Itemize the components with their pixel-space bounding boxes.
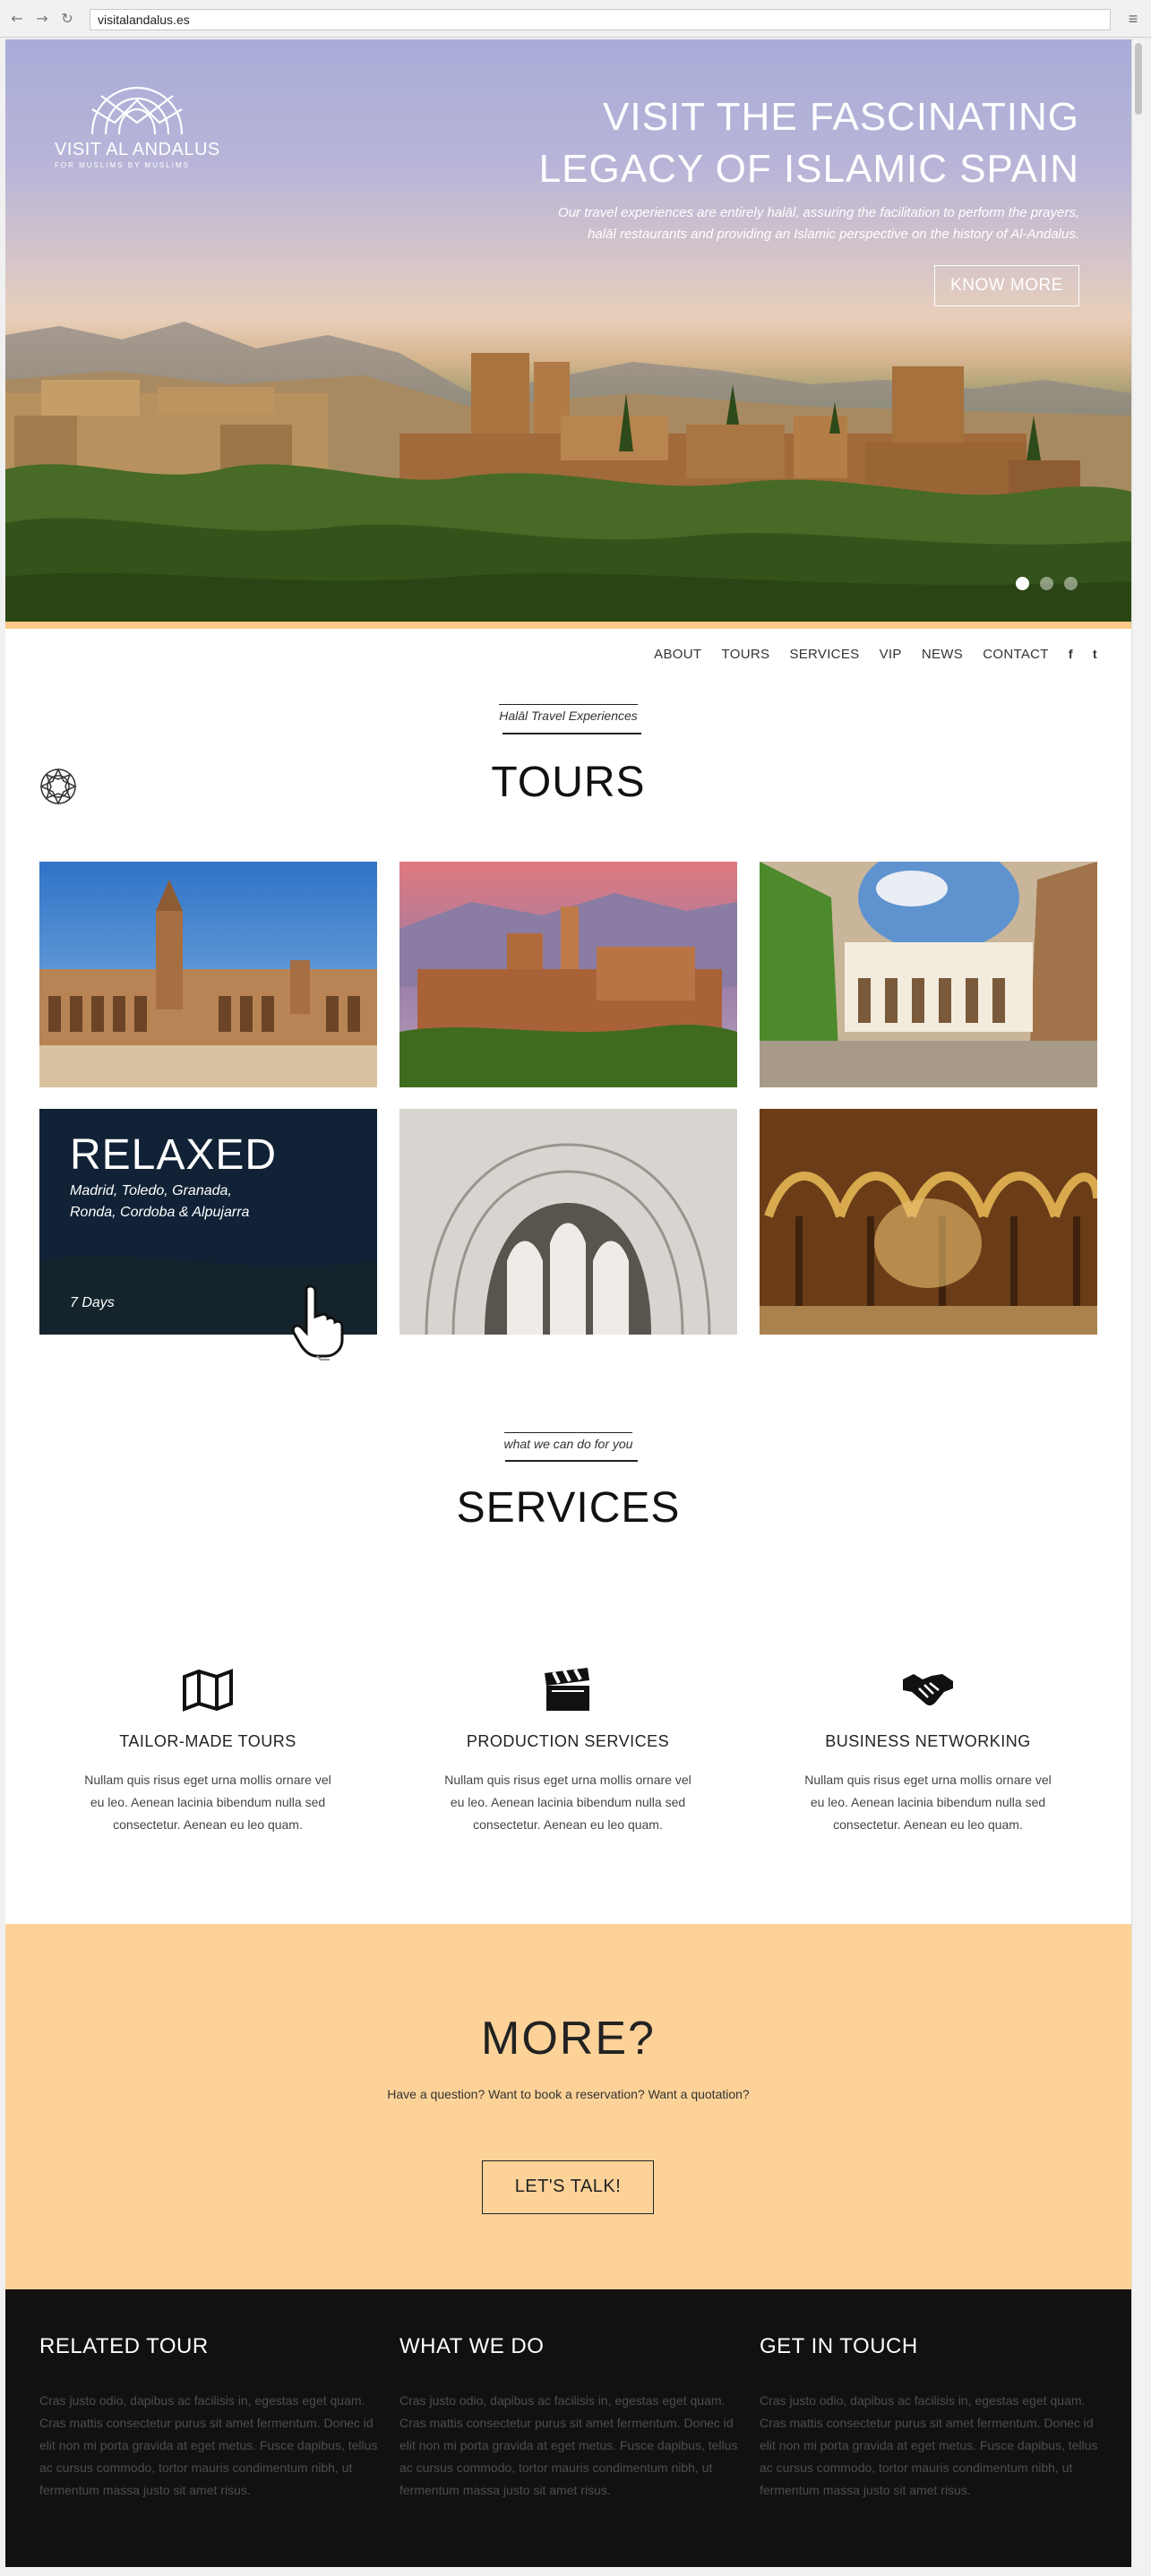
back-arrow-icon[interactable]: ←	[9, 11, 25, 27]
service-title: PRODUCTION SERVICES	[466, 1732, 670, 1750]
service-production: PRODUCTION SERVICES Nullam quis risus eg…	[416, 1668, 720, 1836]
footer-column-related-tour: RELATED TOUR Cras justo odio, dapibus ac…	[39, 2334, 380, 2502]
services-title: SERVICES	[456, 1484, 681, 1532]
handshake-icon	[903, 1674, 953, 1705]
nav-item-services[interactable]: SERVICES	[789, 647, 859, 662]
tour-places-line2: Ronda, Cordoba & Alpujarra	[70, 1205, 250, 1220]
nav-item-contact[interactable]: CONTACT	[983, 647, 1048, 662]
hero-accent-bar	[5, 622, 1131, 629]
vertical-scrollbar[interactable]	[1131, 39, 1144, 2567]
browser-toolbar: ← → ↻ visitalandalus.es ≡	[0, 0, 1151, 38]
scrollbar-thumb[interactable]	[1135, 43, 1142, 115]
tours-kicker-underline	[502, 733, 641, 734]
nav-item-tours[interactable]: TOURS	[722, 647, 770, 662]
slider-dots	[1005, 577, 1078, 595]
tours-kicker: Halāl Travel Experiences	[5, 704, 1131, 726]
reload-icon[interactable]: ↻	[59, 11, 75, 27]
tours-kicker-text: Halāl Travel Experiences	[499, 704, 638, 726]
tour-duration: 7 Days	[70, 1295, 115, 1310]
footer-column-what-we-do: WHAT WE DO Cras justo odio, dapibus ac f…	[399, 2334, 740, 2502]
cta-text: Have a question? Want to book a reservat…	[387, 2087, 750, 2101]
tour-tile-arch[interactable]	[399, 1109, 737, 1335]
service-title: BUSINESS NETWORKING	[825, 1732, 1031, 1750]
hero-title: VISIT THE FASCINATING LEGACY OF ISLAMIC …	[452, 91, 1079, 195]
service-title: TAILOR-MADE TOURS	[119, 1732, 296, 1750]
courtyard-image	[760, 862, 1097, 1087]
service-text: Nullam quis risus eget urna mollis ornar…	[804, 1773, 1052, 1832]
facebook-icon[interactable]: f	[1069, 647, 1073, 661]
nav-item-vip[interactable]: VIP	[880, 647, 902, 662]
footer-title: WHAT WE DO	[399, 2334, 545, 2358]
hero-desc-line2: halāl restaurants and providing an Islam…	[588, 227, 1079, 242]
site-footer: RELATED TOUR Cras justo odio, dapibus ac…	[5, 2289, 1131, 2567]
plaza-espana-image	[39, 862, 377, 1087]
hero-description: Our travel experiences are entirely halā…	[452, 202, 1079, 245]
slider-dot-1[interactable]	[1016, 577, 1029, 590]
logo-dome-icon	[90, 86, 184, 135]
hamburger-menu-icon[interactable]: ≡	[1124, 10, 1142, 28]
cta-title: MORE?	[481, 2013, 656, 2065]
main-nav: ABOUT TOURS SERVICES VIP NEWS CONTACT f …	[638, 647, 1097, 668]
service-text: Nullam quis risus eget urna mollis ornar…	[444, 1773, 691, 1832]
tour-tile-courtyard[interactable]	[760, 862, 1097, 1087]
tour-places-line1: Madrid, Toledo, Granada,	[70, 1183, 232, 1198]
service-networking: BUSINESS NETWORKING Nullam quis risus eg…	[776, 1668, 1080, 1836]
tour-name: RELAXED	[70, 1131, 278, 1179]
hero-title-line1: VISIT THE FASCINATING	[603, 95, 1079, 139]
tour-tile-mezquita[interactable]	[760, 1109, 1097, 1335]
moorish-arch-image	[399, 1109, 737, 1335]
footer-text: Cras justo odio, dapibus ac facilisis in…	[399, 2393, 738, 2497]
alhambra-sunset-image	[399, 862, 737, 1087]
site-logo[interactable]: VISIT AL ANDALUS FOR MUSLIMS BY MUSLIMS	[55, 82, 225, 181]
twitter-icon[interactable]: t	[1093, 647, 1097, 661]
footer-title: GET IN TOUCH	[760, 2334, 918, 2358]
service-text: Nullam quis risus eget urna mollis ornar…	[84, 1773, 331, 1832]
footer-text: Cras justo odio, dapibus ac facilisis in…	[760, 2393, 1098, 2497]
address-bar[interactable]: visitalandalus.es	[90, 9, 1111, 30]
slider-dot-2[interactable]	[1040, 577, 1053, 590]
footer-title: RELATED TOUR	[39, 2334, 209, 2358]
nav-item-news[interactable]: NEWS	[922, 647, 963, 662]
mezquita-image	[760, 1109, 1097, 1335]
logo-title: VISIT AL ANDALUS	[55, 140, 220, 159]
tours-title: TOURS	[491, 759, 646, 806]
hero-desc-line1: Our travel experiences are entirely halā…	[558, 205, 1079, 220]
rosette-icon	[39, 768, 77, 805]
forward-arrow-icon[interactable]: →	[34, 11, 50, 27]
window-bottom-edge	[0, 2567, 1151, 2576]
nav-item-about[interactable]: ABOUT	[654, 647, 701, 662]
page-viewport: VISIT AL ANDALUS FOR MUSLIMS BY MUSLIMS …	[5, 39, 1131, 2567]
hero-title-line2: LEGACY OF ISLAMIC SPAIN	[538, 147, 1079, 191]
services-kicker-text: what we can do for you	[503, 1432, 633, 1455]
clapperboard-icon	[545, 1668, 589, 1711]
map-icon	[183, 1669, 233, 1712]
footer-text: Cras justo odio, dapibus ac facilisis in…	[39, 2393, 378, 2497]
contact-cta-section: MORE? Have a question? Want to book a re…	[5, 1924, 1131, 2289]
hand-cursor-icon	[291, 1284, 344, 1361]
footer-column-get-in-touch: GET IN TOUCH Cras justo odio, dapibus ac…	[760, 2334, 1100, 2502]
logo-subtitle: FOR MUSLIMS BY MUSLIMS	[55, 161, 190, 169]
service-tailor-made: TAILOR-MADE TOURS Nullam quis risus eget…	[56, 1668, 360, 1836]
lets-talk-button[interactable]: LET'S TALK!	[482, 2160, 654, 2214]
tour-places: Madrid, Toledo, Granada, Ronda, Cordoba …	[70, 1181, 339, 1224]
tour-tile-alhambra[interactable]	[399, 862, 737, 1087]
know-more-button[interactable]: KNOW MORE	[934, 265, 1079, 306]
services-kicker: what we can do for you	[5, 1432, 1131, 1455]
services-kicker-underline	[505, 1460, 638, 1462]
slider-dot-3[interactable]	[1064, 577, 1078, 590]
tour-tile-plaza-espana[interactable]	[39, 862, 377, 1087]
hero-slider: VISIT AL ANDALUS FOR MUSLIMS BY MUSLIMS …	[5, 39, 1131, 622]
